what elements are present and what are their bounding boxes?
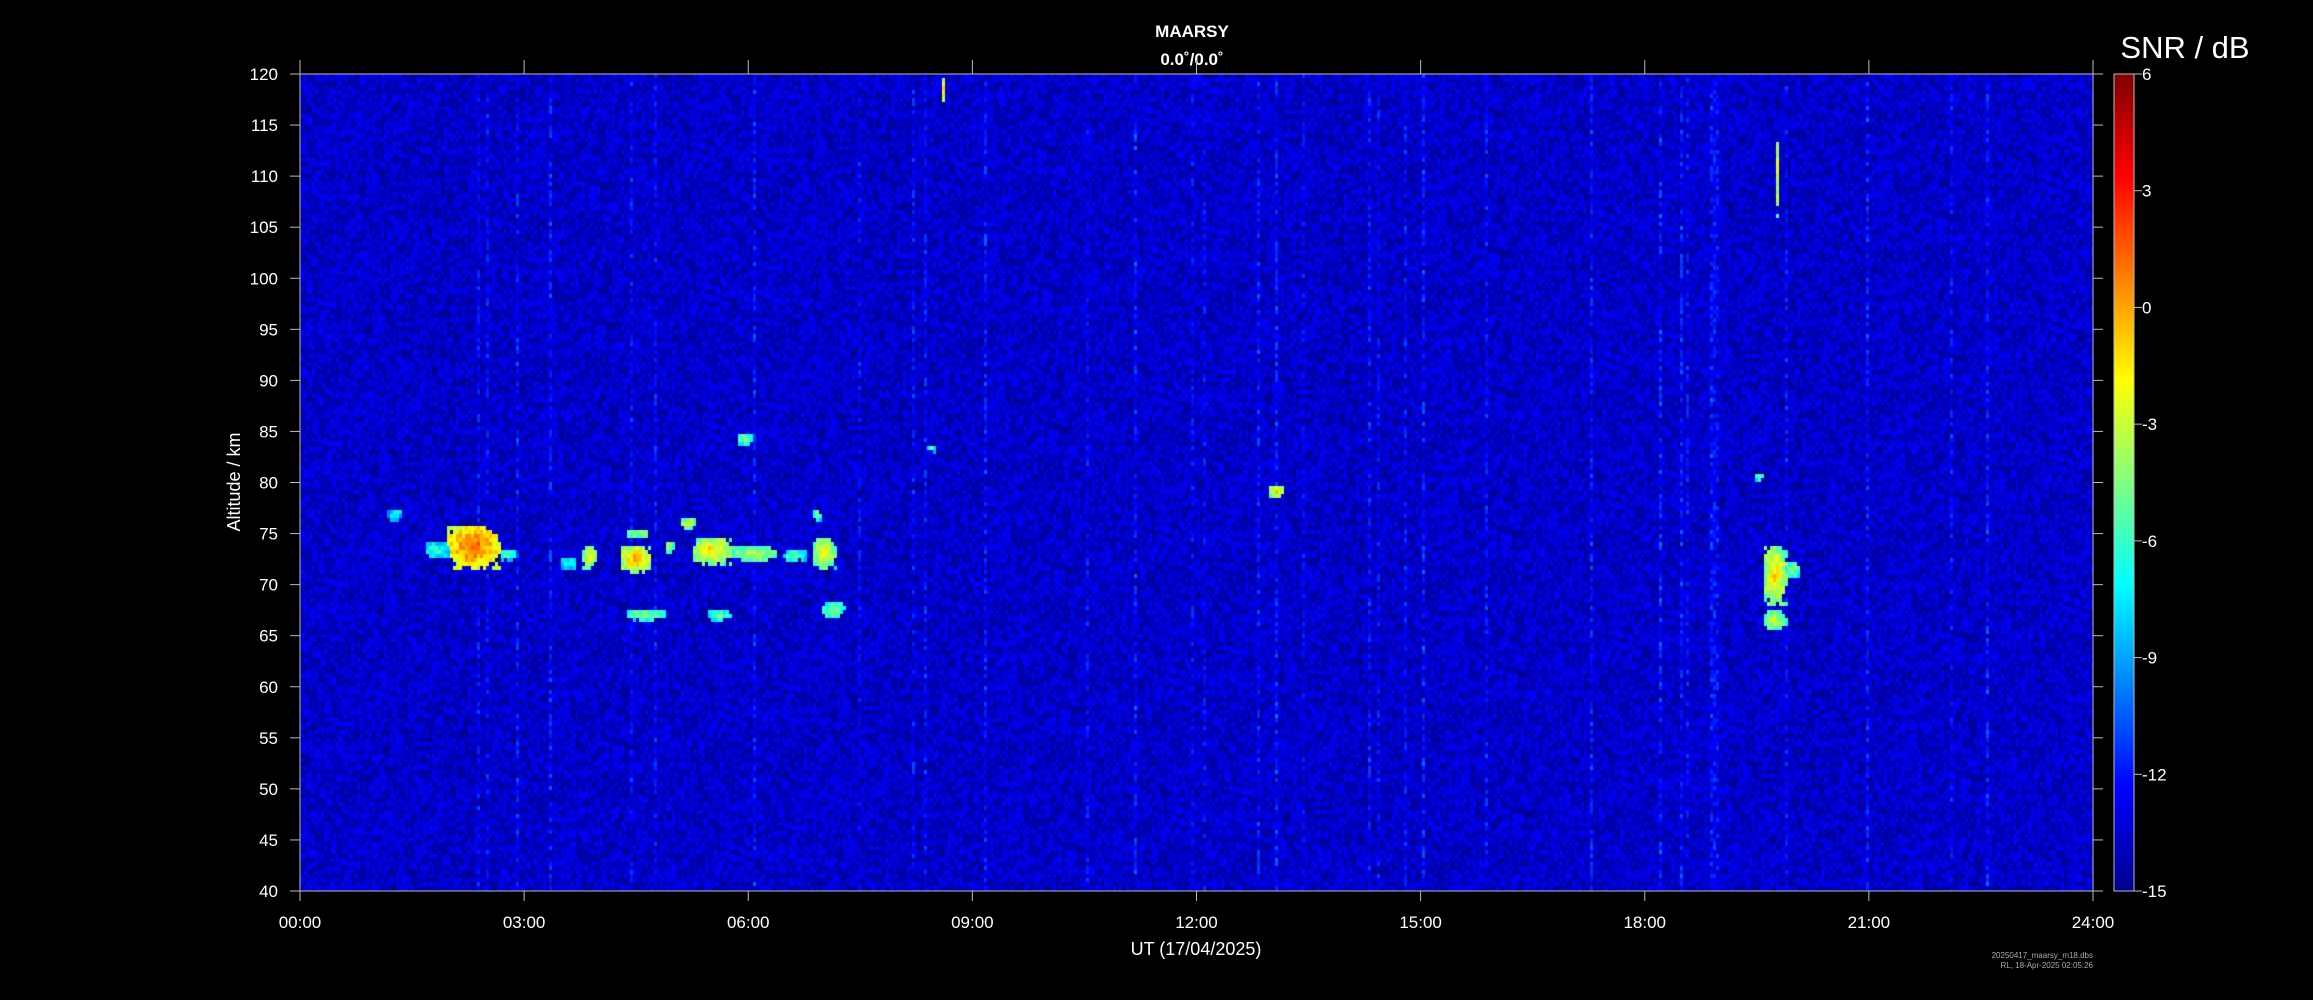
y-tick-label: 120 (250, 65, 278, 84)
colorbar-tick-label: -9 (2142, 649, 2157, 668)
chart-subtitle: 0.0˚/0.0˚ (1160, 50, 1223, 69)
x-tick-label: 03:00 (503, 913, 546, 932)
x-tick-label: 06:00 (727, 913, 770, 932)
heatmap-canvas (300, 74, 2093, 891)
y-axis-title: Altitude / km (224, 432, 244, 531)
colorbar-tick-label: -3 (2142, 415, 2157, 434)
colorbar-tick-label: 3 (2142, 182, 2151, 201)
footer-filename: 20250417_maarsy_m18.dbs (1992, 951, 2093, 960)
y-tick-label: 115 (251, 116, 278, 135)
colorbar-tick-label: -6 (2142, 532, 2157, 551)
x-tick-label: 21:00 (1848, 913, 1891, 932)
colorbar-tick-label: 0 (2142, 298, 2151, 317)
colorbar-tick-label: -15 (2142, 882, 2167, 901)
y-tick-label: 40 (259, 882, 278, 901)
x-tick-label: 00:00 (279, 913, 322, 932)
colorbar-title: SNR / dB (2120, 30, 2249, 65)
colorbar (2113, 73, 2135, 892)
y-tick-label: 55 (259, 729, 278, 748)
snr-heatmap-chart: MAARSY 0.0˚/0.0˚ 40455055606570758085909… (224, 22, 2250, 970)
y-tick-label: 60 (259, 678, 278, 697)
y-tick-label: 65 (259, 627, 278, 646)
y-tick-label: 75 (259, 525, 278, 544)
x-tick-label: 15:00 (1399, 913, 1442, 932)
y-tick-label: 85 (259, 422, 278, 441)
x-tick-label: 12:00 (1175, 913, 1218, 932)
y-tick-label: 70 (259, 576, 278, 595)
y-tick-label: 90 (259, 371, 278, 390)
y-tick-label: 105 (250, 218, 278, 237)
y-tick-label: 80 (259, 474, 278, 493)
heatmap-canvas-container (300, 74, 2093, 891)
x-axis-title: UT (17/04/2025) (1131, 939, 1262, 959)
footer-timestamp: RL, 18-Apr-2025 02:05:26 (2000, 961, 2093, 970)
x-tick-label: 24:00 (2072, 913, 2115, 932)
y-tick-label: 45 (259, 831, 278, 850)
colorbar-tick-label: -12 (2142, 765, 2167, 784)
x-tick-label: 18:00 (1623, 913, 1666, 932)
y-tick-label: 95 (259, 320, 278, 339)
colorbar-tick-label: 6 (2142, 65, 2151, 84)
colorbar-ticks: 6 3 0 -3 -6 -9 -12 -15 (2134, 65, 2167, 901)
y-tick-label: 100 (250, 269, 278, 288)
x-tick-label: 09:00 (951, 913, 994, 932)
chart-title: MAARSY (1155, 22, 1229, 41)
y-tick-label: 110 (251, 167, 278, 186)
y-tick-label: 50 (259, 780, 278, 799)
